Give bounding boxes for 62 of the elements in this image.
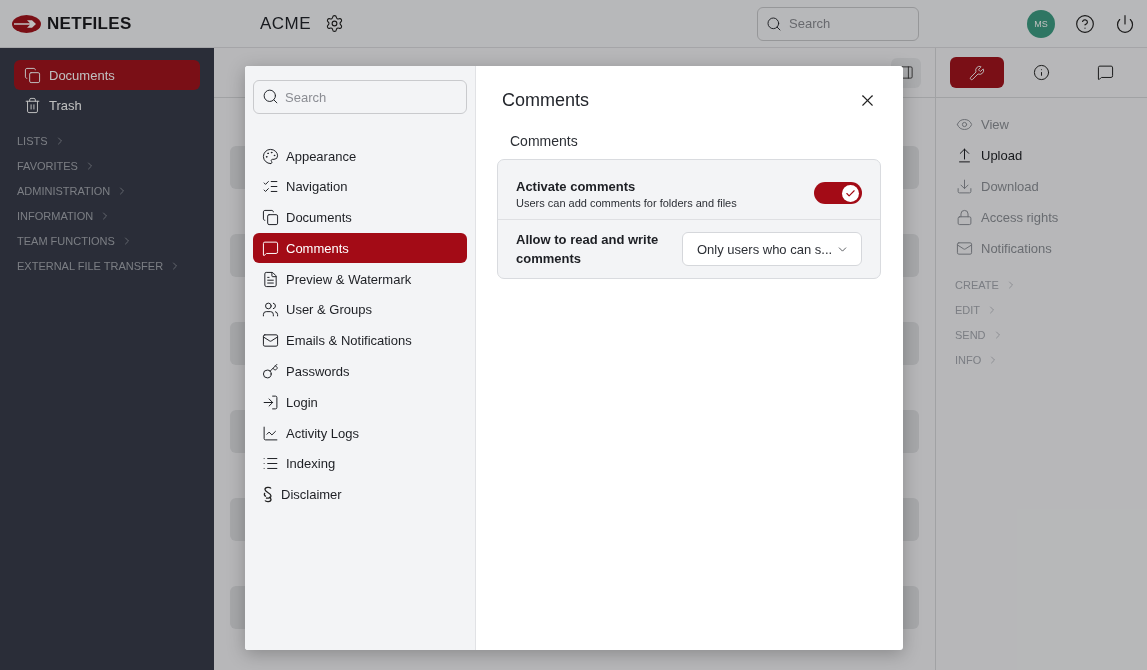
select-field[interactable]: Only users who can s... xyxy=(682,232,862,266)
sidebar-section[interactable]: LISTS xyxy=(14,135,200,147)
workspace-name: ACME xyxy=(260,13,312,34)
lock-icon xyxy=(956,208,973,226)
sidebar-item[interactable]: Documents xyxy=(14,60,200,90)
settings-nav-item[interactable]: Indexing xyxy=(253,448,467,479)
envelope-icon xyxy=(956,239,973,257)
sidebar-section[interactable]: INFORMATION xyxy=(14,210,200,222)
download-icon xyxy=(956,177,973,195)
section-heading: Comments xyxy=(510,133,579,149)
settings-nav-item[interactable]: User & Groups xyxy=(253,295,467,325)
search-field[interactable]: Search xyxy=(757,6,919,41)
setting-label: Allow to read and write comments xyxy=(516,231,660,268)
pdf-file-icon xyxy=(262,270,279,288)
trash-icon xyxy=(24,96,41,114)
search-icon xyxy=(262,88,279,105)
settings-nav-item[interactable]: Passwords xyxy=(253,356,467,387)
documents-icon xyxy=(262,209,279,227)
settings-nav-item[interactable]: Disclaimer xyxy=(253,479,467,510)
toggle-switch[interactable] xyxy=(814,182,862,204)
power-button[interactable] xyxy=(1115,13,1135,34)
setting-description: Users can add comments for folders and files xyxy=(516,197,737,209)
help-icon xyxy=(1075,13,1095,34)
section-sign-icon xyxy=(262,486,274,504)
search-icon xyxy=(766,15,782,32)
logo-icon xyxy=(12,14,41,33)
panel-tab[interactable] xyxy=(950,57,1005,88)
settings-nav-item[interactable]: Documents xyxy=(253,202,467,233)
users-icon xyxy=(262,301,279,319)
help-button[interactable] xyxy=(1075,13,1095,34)
comment-icon xyxy=(262,239,279,257)
key-icon xyxy=(262,363,279,381)
settings-button[interactable] xyxy=(325,14,345,33)
info-icon xyxy=(1033,64,1050,81)
setting-label: Activate comments xyxy=(516,178,637,196)
brand-name: NETFILES xyxy=(47,13,132,34)
search-field[interactable]: Search xyxy=(253,80,467,114)
upload-icon xyxy=(956,146,973,164)
sidebar-section[interactable]: TEAM FUNCTIONS xyxy=(14,235,200,247)
line-chart-icon xyxy=(262,424,279,442)
settings-nav-item[interactable]: Comments xyxy=(253,233,467,264)
check-icon xyxy=(845,187,856,199)
sidebar-section[interactable]: FAVORITES xyxy=(14,160,200,172)
envelope-icon xyxy=(262,332,279,350)
sidebar-section[interactable]: EXTERNAL FILE TRANSFER xyxy=(14,260,200,272)
dialog-title: Comments xyxy=(502,90,590,111)
sidebar-section[interactable]: ADMINISTRATION xyxy=(14,185,200,197)
comment-icon xyxy=(1097,64,1115,81)
documents-icon xyxy=(24,66,41,84)
settings-nav-item[interactable]: Activity Logs xyxy=(253,418,467,449)
settings-nav-item[interactable]: Login xyxy=(253,387,467,418)
settings-nav-item[interactable]: Preview & Watermark xyxy=(253,264,467,295)
sidebar-item[interactable]: Trash xyxy=(14,90,200,120)
settings-nav-item[interactable]: Emails & Notifications xyxy=(253,325,467,356)
settings-nav-item[interactable]: Navigation xyxy=(253,171,467,202)
wrench-icon xyxy=(969,64,986,81)
power-icon xyxy=(1115,13,1135,34)
settings-nav-item[interactable]: Appearance xyxy=(253,141,467,171)
palette-icon xyxy=(262,147,279,165)
settings-icon xyxy=(325,14,345,33)
login-icon xyxy=(262,393,279,411)
action-item[interactable]: Upload xyxy=(956,145,1127,165)
